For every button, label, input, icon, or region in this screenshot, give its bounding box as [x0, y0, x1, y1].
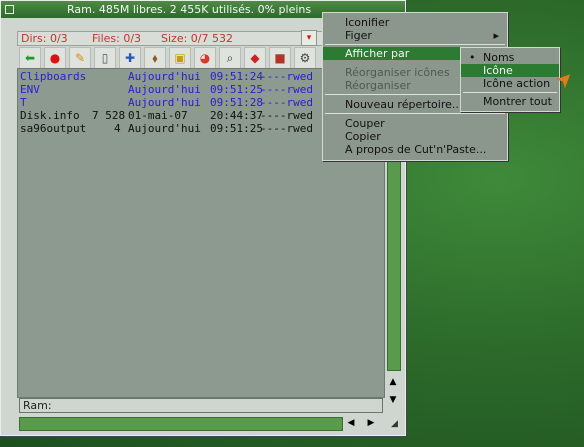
menu-item-iconifier[interactable]: Iconifier	[323, 16, 507, 29]
size-count: Size: 0/7 532	[161, 32, 233, 45]
select-box-icon[interactable]: ▣	[169, 47, 191, 69]
info-icon[interactable]: ●	[44, 47, 66, 69]
scroll-right-icon[interactable]: ▶	[365, 417, 377, 429]
submenu-afficher-par: • Noms Icône Icône action Montrer tout	[460, 47, 560, 112]
close-box[interactable]	[5, 5, 14, 14]
pencil-icon[interactable]: ✎	[69, 47, 91, 69]
search-icon[interactable]: ⌕	[219, 47, 241, 69]
move-icon[interactable]: ✚	[119, 47, 141, 69]
files-count: Files: 0/3	[92, 32, 142, 45]
submenu-item-noms[interactable]: • Noms	[461, 51, 559, 64]
checked-bullet-icon: •	[469, 51, 476, 64]
menu-item-couper[interactable]: Couper	[323, 117, 507, 130]
submenu-item-icone-action[interactable]: Icône action	[461, 77, 559, 90]
window-title: Ram. 485M libres. 2 455K utilisés. 0% pl…	[67, 3, 312, 16]
diamond-icon[interactable]: ◆	[244, 47, 266, 69]
menu-item-a-propos[interactable]: A propos de Cut'n'Paste...	[323, 143, 507, 156]
scroll-up-icon[interactable]: ▲	[386, 375, 400, 389]
submenu-arrow-icon: ▸	[493, 29, 499, 42]
menu-divider	[463, 92, 557, 93]
pie-icon[interactable]: ◕	[194, 47, 216, 69]
page-icon[interactable]: ▯	[94, 47, 116, 69]
menu-item-copier[interactable]: Copier	[323, 130, 507, 143]
status-bar: Ram:	[19, 398, 383, 413]
menu-divider	[325, 44, 505, 45]
dirs-count: Dirs: 0/3	[21, 32, 68, 45]
back-arrow-icon[interactable]: ⬅	[19, 47, 41, 69]
current-path: Ram:	[23, 399, 52, 412]
tag-icon[interactable]: ⬧	[144, 47, 166, 69]
tool-icon[interactable]: ⚙	[294, 47, 316, 69]
dropdown-arrow-button[interactable]: ▾	[301, 30, 317, 46]
scroll-down-icon[interactable]: ▼	[386, 393, 400, 407]
submenu-item-icone[interactable]: Icône	[461, 64, 559, 77]
resize-grip-icon[interactable]: ◢	[391, 419, 403, 431]
menu-divider	[325, 113, 505, 114]
menu-item-figer[interactable]: Figer ▸	[323, 29, 507, 42]
horizontal-scrollbar[interactable]	[19, 417, 343, 431]
photo-icon[interactable]: ■	[269, 47, 291, 69]
submenu-item-montrer-tout[interactable]: Montrer tout	[461, 95, 559, 108]
scroll-left-icon[interactable]: ◀	[345, 417, 357, 429]
